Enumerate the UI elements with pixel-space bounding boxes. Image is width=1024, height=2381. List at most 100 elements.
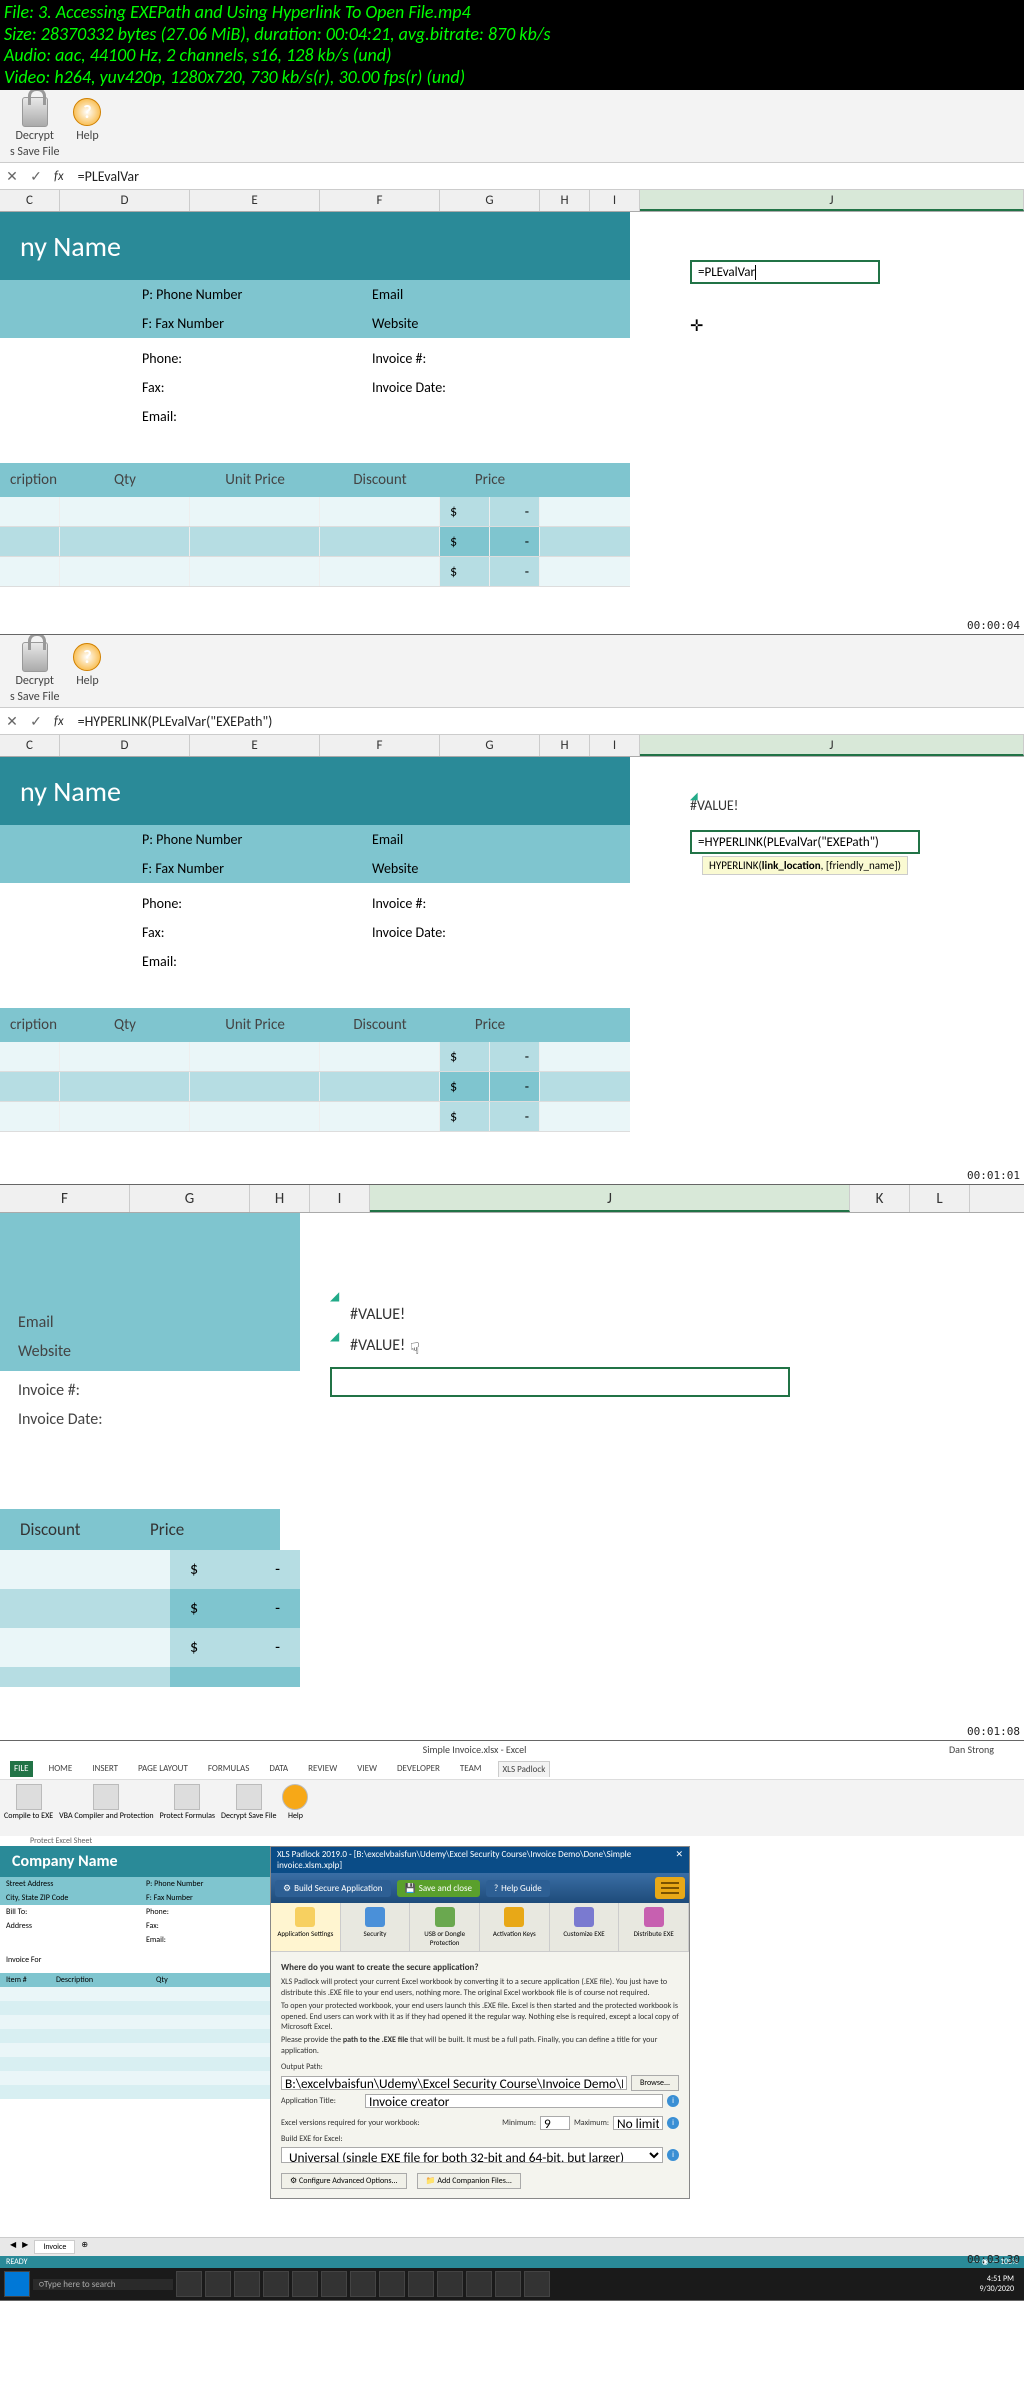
fx-button[interactable]: fx [48,714,70,729]
help-button[interactable]: ? Help [71,96,103,143]
decrypt-save-button[interactable]: Decrypt s Save File [10,641,59,703]
task-view-icon[interactable] [176,2271,202,2297]
taskbar-app[interactable] [321,2271,347,2297]
table-row[interactable]: $- [0,1072,630,1102]
col-f[interactable]: F [320,190,440,211]
tab-customize[interactable]: Customize EXE [550,1903,620,1951]
help-button[interactable]: Help [282,1784,308,1821]
taskbar-app[interactable] [437,2271,463,2297]
col-j[interactable]: J [640,735,1024,756]
next-sheet-icon[interactable]: ▶ [22,2240,28,2254]
table-row[interactable]: $- [0,497,630,527]
tab-view[interactable]: VIEW [353,1761,381,1777]
table-row[interactable] [0,2029,270,2043]
help-guide-button[interactable]: ?Help Guide [486,1880,550,1897]
value-error-2[interactable]: #VALUE! [350,1336,994,1355]
table-row[interactable] [0,2001,270,2015]
col-j[interactable]: J [640,190,1024,211]
close-icon[interactable]: ✕ [675,1849,683,1871]
active-cell-editor[interactable]: =PLEvalVar [690,260,880,284]
accept-formula-icon[interactable]: ✓ [24,709,48,733]
col-d[interactable]: D [60,190,190,211]
table-row[interactable] [0,2015,270,2029]
tab-home[interactable]: HOME [45,1761,77,1777]
info-icon[interactable]: i [667,2095,679,2107]
table-row[interactable] [0,1987,270,2001]
vba-compiler-button[interactable]: VBA Compiler and Protection [59,1784,153,1821]
col-f[interactable]: F [0,1185,130,1212]
accept-formula-icon[interactable]: ✓ [24,164,48,188]
col-g[interactable]: G [130,1185,250,1212]
col-i[interactable]: I [590,190,640,211]
info-icon[interactable]: i [667,2117,679,2129]
col-g[interactable]: G [440,735,540,756]
table-row[interactable]: $- [0,557,630,587]
table-row[interactable]: $- [0,1628,1024,1667]
col-h[interactable]: H [540,190,590,211]
tab-pagelayout[interactable]: PAGE LAYOUT [134,1761,192,1777]
col-e[interactable]: E [190,190,320,211]
advanced-options-button[interactable]: ⚙ Configure Advanced Options... [281,2173,407,2189]
help-button[interactable]: ? Help [71,641,103,688]
min-version-input[interactable] [540,2116,570,2130]
col-c[interactable]: C [0,190,60,211]
taskbar-app[interactable] [350,2271,376,2297]
col-d[interactable]: D [60,735,190,756]
value-error-1[interactable]: #VALUE! [350,1305,994,1324]
output-path-input[interactable] [281,2076,627,2090]
table-row[interactable]: $- [0,1550,1024,1589]
save-close-button[interactable]: 💾Save and close [397,1880,480,1897]
tab-activation[interactable]: Activation Keys [480,1903,550,1951]
tab-developer[interactable]: DEVELOPER [393,1761,444,1777]
browse-button[interactable]: Browse... [631,2075,679,2091]
cancel-formula-icon[interactable]: ✕ [0,164,24,188]
col-j[interactable]: J [370,1185,850,1212]
taskbar-app[interactable] [379,2271,405,2297]
col-l[interactable]: L [910,1185,970,1212]
tab-data[interactable]: DATA [265,1761,292,1777]
cancel-formula-icon[interactable]: ✕ [0,709,24,733]
info-icon[interactable]: i [667,2149,679,2161]
col-e[interactable]: E [190,735,320,756]
taskbar-app[interactable] [524,2271,550,2297]
protect-formulas-button[interactable]: Protect Formulas [160,1784,215,1821]
tab-app-settings[interactable]: Application Settings [271,1903,341,1951]
col-i[interactable]: I [590,735,640,756]
col-g[interactable]: G [440,190,540,211]
decrypt-save-button[interactable]: Decrypt s Save File [10,96,59,158]
table-row[interactable] [0,2057,270,2071]
taskbar-app[interactable] [408,2271,434,2297]
table-row[interactable] [0,2085,270,2099]
table-row[interactable] [0,1667,1024,1687]
table-row[interactable]: $- [0,527,630,557]
system-tray[interactable]: 4:51 PM9/30/2020 [973,2274,1020,2294]
col-k[interactable]: K [850,1185,910,1212]
taskbar-app[interactable] [466,2271,492,2297]
col-h[interactable]: H [540,735,590,756]
tab-usb-dongle[interactable]: USB or Dongle Protection [410,1903,480,1951]
add-sheet-icon[interactable]: ⊕ [81,2240,88,2254]
menu-button[interactable] [655,1877,685,1899]
table-row[interactable] [0,2071,270,2085]
tab-file[interactable]: FILE [10,1761,33,1777]
table-row[interactable]: $- [0,1589,1024,1628]
table-row[interactable] [0,2043,270,2057]
col-f[interactable]: F [320,735,440,756]
fx-button[interactable]: fx [48,169,70,184]
build-secure-button[interactable]: ⚙Build Secure Application [275,1880,391,1897]
formula-input[interactable]: =PLEvalVar [70,168,1024,185]
add-companion-button[interactable]: 📁 Add Companion Files... [417,2173,521,2189]
max-version-input[interactable] [613,2116,663,2130]
prev-sheet-icon[interactable]: ◀ [10,2240,16,2254]
decrypt-save-button[interactable]: Decrypt Save File [221,1784,276,1821]
tab-security[interactable]: Security [341,1903,411,1951]
table-row[interactable]: $- [0,1102,630,1132]
tab-insert[interactable]: INSERT [88,1761,122,1777]
start-button[interactable] [4,2271,30,2297]
active-cell-editor[interactable]: =HYPERLINK(PLEvalVar("EXEPath") [690,830,920,854]
table-row[interactable]: $- [0,1042,630,1072]
build-exe-select[interactable]: Universal (single EXE file for both 32-b… [281,2147,663,2163]
active-cell-editor[interactable] [330,1367,790,1397]
taskbar-app[interactable] [234,2271,260,2297]
formula-input[interactable]: =HYPERLINK(PLEvalVar("EXEPath") [70,713,1024,730]
